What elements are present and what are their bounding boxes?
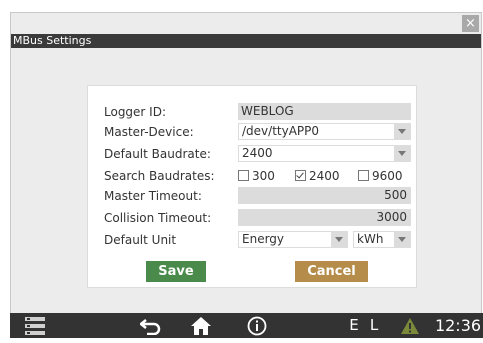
default-baudrate-select[interactable]: 2400 bbox=[238, 145, 411, 162]
default-unit-row: Default Unit Energy kWh bbox=[88, 231, 416, 251]
checkbox-2400-label: 2400 bbox=[309, 169, 340, 183]
menu-icon[interactable] bbox=[24, 313, 46, 338]
master-device-select[interactable]: /dev/ttyAPP0 bbox=[238, 123, 411, 140]
close-icon: × bbox=[465, 16, 476, 31]
unit-select[interactable]: kWh bbox=[353, 231, 411, 248]
search-baudrates-row: Search Baudrates: 300 2400 9600 bbox=[88, 167, 416, 187]
default-baudrate-value: 2400 bbox=[242, 146, 273, 160]
window-titlebar: MBus Settings bbox=[11, 34, 481, 48]
master-timeout-label: Master Timeout: bbox=[104, 189, 202, 203]
master-timeout-value: 500 bbox=[384, 188, 407, 202]
window-title: MBus Settings bbox=[13, 34, 92, 47]
collision-timeout-value: 3000 bbox=[376, 210, 407, 224]
back-icon[interactable] bbox=[138, 313, 164, 338]
status-l: L bbox=[369, 316, 379, 334]
warning-icon[interactable] bbox=[399, 313, 421, 338]
status-e: E bbox=[349, 316, 359, 334]
master-device-row: Master-Device: /dev/ttyAPP0 bbox=[88, 123, 416, 143]
checkbox-2400[interactable]: 2400 bbox=[295, 169, 340, 183]
home-icon[interactable] bbox=[188, 313, 214, 338]
checkbox-300[interactable]: 300 bbox=[238, 169, 275, 183]
taskbar: E L 12:36 bbox=[10, 313, 483, 338]
master-timeout-field[interactable]: 500 bbox=[238, 187, 411, 204]
collision-timeout-label: Collision Timeout: bbox=[104, 211, 212, 225]
checkbox-9600-label: 9600 bbox=[372, 169, 403, 183]
clock: 12:36 bbox=[434, 316, 482, 335]
cancel-button[interactable]: Cancel bbox=[295, 261, 368, 282]
info-icon[interactable] bbox=[245, 313, 269, 338]
chevron-down-icon bbox=[394, 146, 410, 161]
default-baudrate-row: Default Baudrate: 2400 bbox=[88, 145, 416, 165]
master-device-label: Master-Device: bbox=[104, 125, 194, 139]
save-button[interactable]: Save bbox=[146, 261, 206, 282]
checkbox-2400-box[interactable] bbox=[295, 170, 306, 181]
default-baudrate-label: Default Baudrate: bbox=[104, 147, 211, 161]
master-device-value: /dev/ttyAPP0 bbox=[242, 124, 320, 138]
close-button[interactable]: × bbox=[462, 15, 479, 32]
app-window: × MBus Settings Logger ID: WEBLOG Master… bbox=[10, 12, 482, 338]
checkbox-300-box[interactable] bbox=[238, 170, 249, 181]
collision-timeout-field[interactable]: 3000 bbox=[238, 209, 411, 226]
logger-id-value: WEBLOG bbox=[241, 104, 294, 118]
checkbox-9600-box[interactable] bbox=[358, 170, 369, 181]
default-unit-value: Energy bbox=[242, 232, 285, 246]
settings-panel: Logger ID: WEBLOG Master-Device: /dev/tt… bbox=[87, 85, 417, 288]
checkbox-9600[interactable]: 9600 bbox=[358, 169, 403, 183]
collision-timeout-row: Collision Timeout: 3000 bbox=[88, 209, 416, 229]
chevron-down-icon bbox=[394, 232, 410, 247]
master-timeout-row: Master Timeout: 500 bbox=[88, 187, 416, 207]
unit-value: kWh bbox=[357, 232, 384, 246]
logger-id-label: Logger ID: bbox=[104, 105, 167, 119]
logger-id-field[interactable]: WEBLOG bbox=[238, 103, 411, 120]
chevron-down-icon bbox=[394, 124, 410, 139]
checkbox-300-label: 300 bbox=[252, 169, 275, 183]
default-unit-label: Default Unit bbox=[104, 233, 177, 247]
default-unit-select[interactable]: Energy bbox=[238, 231, 348, 248]
logger-id-row: Logger ID: WEBLOG bbox=[88, 103, 416, 123]
chevron-down-icon bbox=[331, 232, 347, 247]
search-baudrates-label: Search Baudrates: bbox=[104, 169, 215, 183]
